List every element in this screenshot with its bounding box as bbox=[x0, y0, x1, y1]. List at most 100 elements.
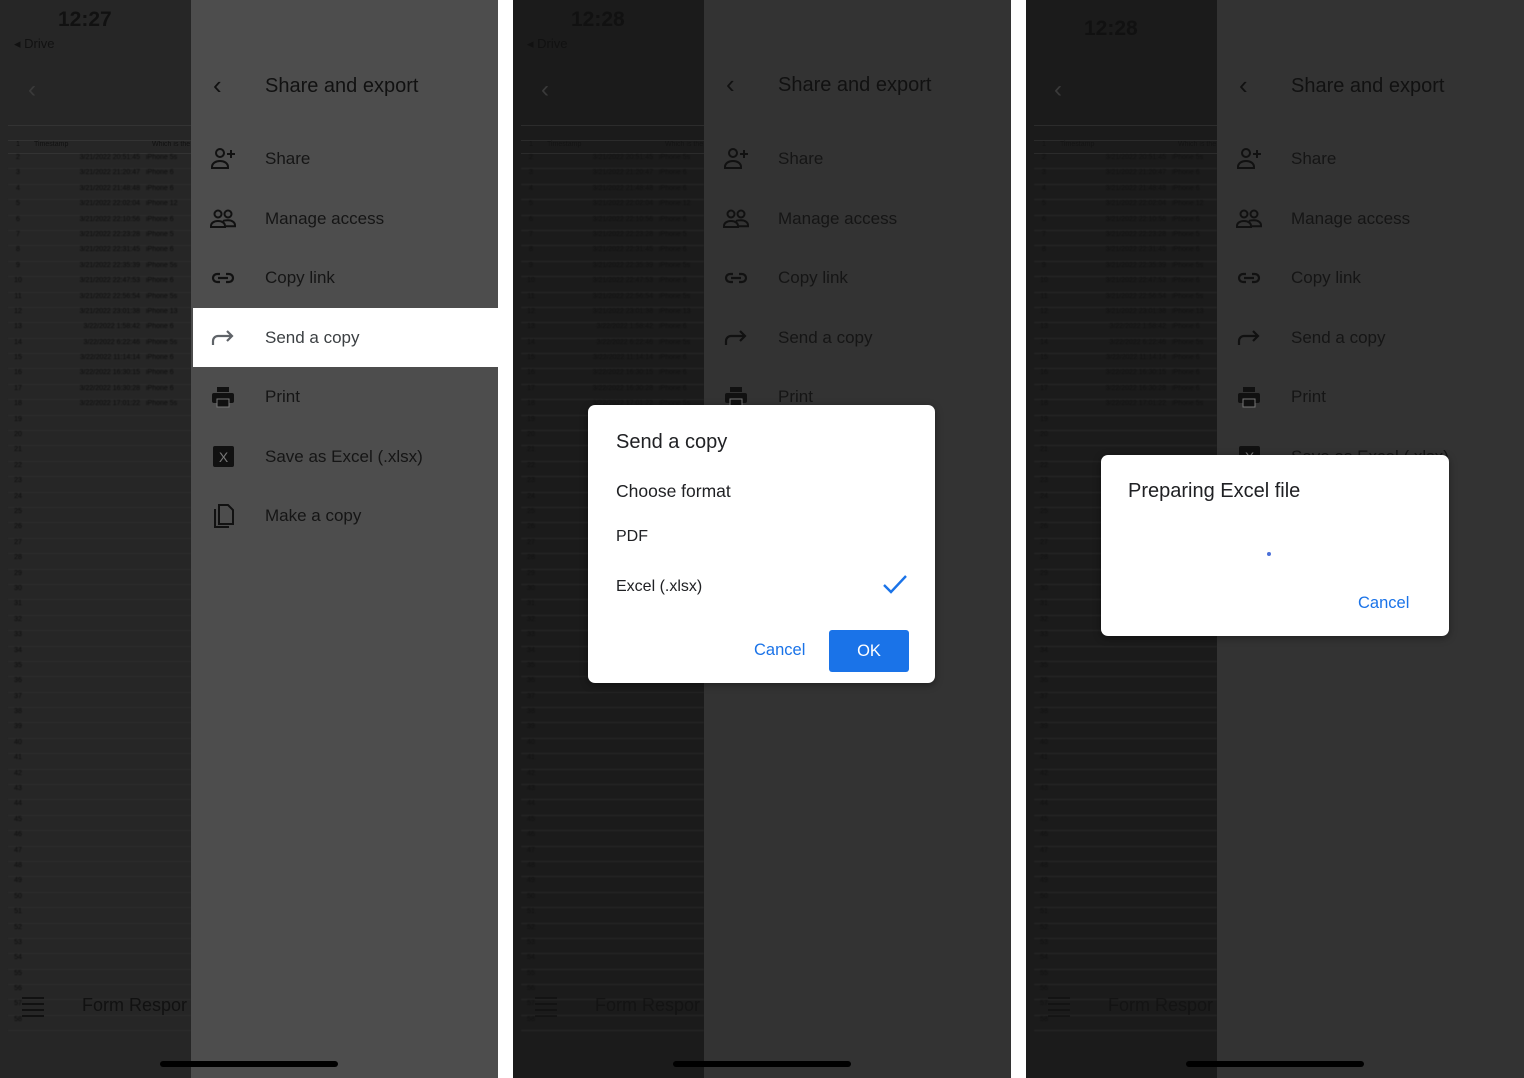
table-row: 2 3/21/2022 20:51:45 iPhone 5s bbox=[1034, 154, 1217, 170]
loading-spinner-icon bbox=[1267, 552, 1271, 556]
menu-item-share[interactable]: Share bbox=[191, 129, 498, 189]
phone-screen-3: 12:28 ‹ 1 Timestamp Which is the 2 3/21/2… bbox=[1026, 0, 1524, 1078]
table-row: 39 bbox=[8, 723, 191, 739]
phone-screen-2: 12:28 ◂ Drive ‹ 1 Timestamp Which is the… bbox=[513, 0, 1011, 1078]
table-row: 7 3/21/2022 22:23:28 iPhone 5 bbox=[1034, 231, 1217, 247]
people-icon bbox=[1235, 206, 1263, 232]
table-row: 11 3/21/2022 22:56:54 iPhone 5s bbox=[8, 293, 191, 308]
forward-arrow-icon bbox=[722, 325, 750, 351]
menu-item-label: Share bbox=[265, 149, 311, 168]
table-row: 2 3/21/2022 20:51:45 iPhone 5s bbox=[8, 154, 191, 170]
ok-button[interactable]: OK bbox=[829, 630, 909, 672]
menu-item-share[interactable]: Share bbox=[1217, 129, 1524, 189]
table-row: 46 bbox=[1034, 831, 1217, 847]
link-icon bbox=[1235, 265, 1263, 291]
table-row: 38 bbox=[8, 708, 191, 724]
table-row: 31 bbox=[8, 600, 191, 616]
menu-item-label: Print bbox=[778, 387, 813, 406]
table-row: 19 bbox=[1034, 416, 1217, 432]
sheets-list-icon[interactable] bbox=[22, 997, 44, 1021]
table-row: 14 3/22/2022 6:22:46 iPhone 5s bbox=[521, 339, 704, 355]
table-row: 43 bbox=[521, 785, 704, 801]
menu-item-manage-access[interactable]: Manage access bbox=[191, 189, 498, 249]
header-row: 1 Timestamp Which is the bbox=[8, 141, 191, 154]
menu-item-copy-link[interactable]: Copy link bbox=[704, 248, 1011, 308]
table-row: 45 bbox=[1034, 816, 1217, 832]
menu-item-print[interactable]: Print bbox=[1217, 367, 1524, 427]
table-row: 40 bbox=[521, 739, 704, 755]
table-row: 20 bbox=[8, 431, 191, 447]
menu-item-copy-link[interactable]: Copy link bbox=[1217, 248, 1524, 308]
back-to-drive-link[interactable]: ◂ Drive bbox=[14, 36, 54, 52]
home-indicator bbox=[160, 1061, 338, 1067]
table-row: 4 3/21/2022 21:48:48 iPhone 6 bbox=[521, 185, 704, 201]
sheet-tab[interactable]: Form Respor bbox=[82, 995, 187, 1016]
format-option-excel[interactable]: Excel (.xlsx) bbox=[616, 578, 702, 596]
table-row: 27 bbox=[8, 539, 191, 555]
sheet-bottom-bar: Form Respor bbox=[1026, 985, 1217, 1025]
link-icon bbox=[209, 265, 237, 291]
back-to-drive-link[interactable]: ◂ Drive bbox=[527, 36, 567, 52]
table-row: 51 bbox=[1034, 908, 1217, 924]
sheets-list-icon[interactable] bbox=[1048, 997, 1070, 1021]
back-chevron-icon[interactable]: ‹ bbox=[726, 69, 735, 100]
menu-item-make-a-copy[interactable]: Make a copy bbox=[191, 486, 498, 546]
table-row: 52 bbox=[521, 924, 704, 939]
table-row: 6 3/21/2022 22:10:56 iPhone 6 bbox=[1034, 216, 1217, 231]
sheet-back-icon[interactable]: ‹ bbox=[541, 76, 549, 104]
table-row: 22 bbox=[8, 462, 191, 478]
table-row: 11 3/21/2022 22:56:54 iPhone 5s bbox=[521, 293, 704, 308]
format-option-pdf[interactable]: PDF bbox=[616, 528, 648, 546]
drawer-header: ‹ Share and export bbox=[191, 70, 498, 106]
sheet-tab[interactable]: Form Respor bbox=[595, 995, 700, 1016]
table-row: 35 bbox=[8, 662, 191, 678]
sheet-back-icon[interactable]: ‹ bbox=[28, 76, 36, 104]
table-row: 37 bbox=[1034, 693, 1217, 709]
sheet-back-icon[interactable]: ‹ bbox=[1054, 76, 1062, 104]
table-row: 44 bbox=[8, 800, 191, 816]
header-row: 1 Timestamp Which is the bbox=[521, 141, 704, 154]
sheets-list-icon[interactable] bbox=[535, 997, 557, 1021]
menu-item-print[interactable]: Print bbox=[191, 367, 498, 427]
table-row: 19 bbox=[8, 416, 191, 432]
menu-item-copy-link[interactable]: Copy link bbox=[191, 248, 498, 308]
menu-item-send-a-copy[interactable]: Send a copy bbox=[193, 307, 498, 367]
menu-item-share[interactable]: Share bbox=[704, 129, 1011, 189]
status-time: 12:28 bbox=[571, 8, 625, 31]
drawer-header: ‹ Share and export bbox=[1217, 70, 1524, 106]
spreadsheet-background: 12:27 ◂ Drive ‹ 1 Timestamp Which is the… bbox=[0, 0, 191, 1078]
table-row: 37 bbox=[521, 693, 704, 709]
sheet-tab[interactable]: Form Respor bbox=[1108, 995, 1213, 1016]
table-row: 41 bbox=[521, 754, 704, 770]
table-row: 55 bbox=[521, 970, 704, 986]
table-row: 42 bbox=[8, 770, 191, 786]
cancel-button[interactable]: Cancel bbox=[754, 641, 805, 660]
home-indicator bbox=[1186, 1061, 1364, 1067]
menu-item-save-as-excel-xlsx[interactable]: X Save as Excel (.xlsx) bbox=[191, 427, 498, 487]
menu-item-label: Copy link bbox=[778, 268, 848, 287]
person-add-icon bbox=[209, 146, 237, 172]
menu-item-send-a-copy[interactable]: Send a copy bbox=[704, 308, 1011, 368]
table-row: 42 bbox=[521, 770, 704, 786]
status-time: 12:28 bbox=[1084, 17, 1138, 40]
table-row: 7 3/21/2022 22:23:28 iPhone 5 bbox=[521, 231, 704, 247]
menu-item-label: Manage access bbox=[1291, 208, 1411, 228]
status-time: 12:27 bbox=[58, 8, 112, 31]
dialog-title: Preparing Excel file bbox=[1128, 480, 1301, 502]
table-row: 46 bbox=[8, 831, 191, 847]
back-chevron-icon[interactable]: ‹ bbox=[213, 70, 222, 101]
table-row: 47 bbox=[1034, 847, 1217, 862]
printer-icon bbox=[1235, 384, 1263, 410]
table-row: 11 3/21/2022 22:56:54 iPhone 5s bbox=[1034, 293, 1217, 308]
table-row: 15 3/22/2022 11:14:14 iPhone 6 bbox=[8, 354, 191, 370]
menu-item-send-a-copy[interactable]: Send a copy bbox=[1217, 308, 1524, 368]
share-menu: Share Manage access Copy link Send a copy Pr… bbox=[191, 129, 498, 546]
back-chevron-icon[interactable]: ‹ bbox=[1239, 70, 1248, 101]
table-row: 10 3/21/2022 22:47:53 iPhone 6 bbox=[8, 277, 191, 293]
menu-item-manage-access[interactable]: Manage access bbox=[704, 189, 1011, 249]
table-row: 32 bbox=[8, 616, 191, 632]
table-row: 3 3/21/2022 21:20:47 iPhone 6 bbox=[8, 169, 191, 185]
table-row: 52 bbox=[8, 924, 191, 939]
menu-item-manage-access[interactable]: Manage access bbox=[1217, 189, 1524, 249]
cancel-button[interactable]: Cancel bbox=[1358, 594, 1409, 613]
